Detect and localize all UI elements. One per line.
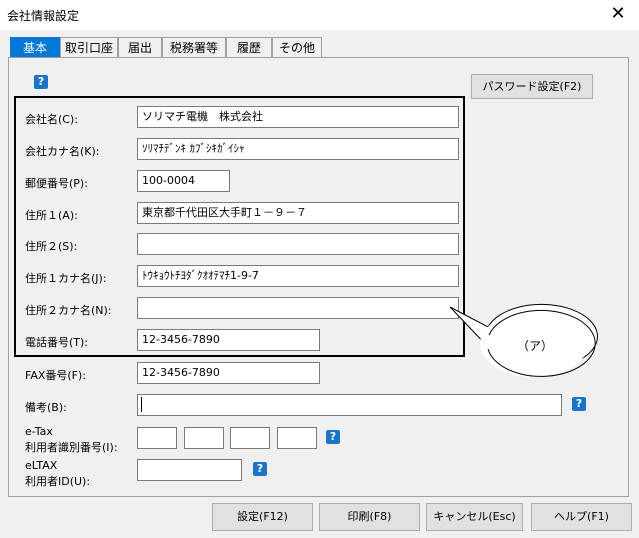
etax-id-input-4[interactable] — [277, 427, 317, 449]
eltax-label-line2: 利用者ID(U): — [25, 475, 91, 488]
etax-label-line1: e-Tax — [25, 425, 53, 438]
eltax-help-icon[interactable]: ? — [253, 462, 267, 476]
company-kana-input[interactable]: ｿﾘﾏﾁﾃﾞﾝｷ ｶﾌﾞｼｷｶﾞｲｼｬ — [137, 138, 459, 160]
etax-id-input-2[interactable] — [184, 427, 224, 449]
fax-label: FAX番号(F): — [25, 369, 86, 382]
memo-help-icon[interactable]: ? — [572, 397, 586, 411]
address1-kana-label: 住所１カナ名(J): — [25, 272, 107, 285]
etax-id-input-1[interactable] — [137, 427, 177, 449]
window-title: 会社情報設定 — [7, 9, 80, 23]
address2-kana-input[interactable] — [137, 297, 459, 319]
tab-history[interactable]: 履歴 — [226, 37, 272, 57]
company-name-label: 会社名(C): — [25, 113, 78, 126]
company-name-input[interactable]: ソリマチ電機 株式会社 — [137, 106, 459, 128]
eltax-label-line1: eLTAX — [25, 459, 58, 472]
eltax-id-input[interactable] — [137, 459, 242, 481]
tab-tax-office[interactable]: 税務署等 — [162, 37, 226, 57]
print-button[interactable]: 印刷(F8) — [319, 503, 420, 531]
password-settings-button[interactable]: パスワード設定(F2) — [471, 74, 593, 99]
address1-label: 住所１(A): — [25, 209, 78, 222]
address1-input[interactable]: 東京都千代田区大手町１－９－７ — [137, 202, 459, 224]
company-kana-label: 会社カナ名(K): — [25, 145, 100, 158]
help-button[interactable]: ヘルプ(F1) — [531, 503, 632, 531]
memo-input[interactable] — [137, 394, 562, 416]
postal-code-input[interactable]: 100-0004 — [137, 170, 230, 192]
address2-label: 住所２(S): — [25, 240, 78, 253]
cancel-button[interactable]: キャンセル(Esc) — [426, 503, 523, 531]
tab-basic[interactable]: 基本 — [10, 37, 60, 57]
tab-notifications[interactable]: 届出 — [118, 37, 162, 57]
text-cursor — [141, 397, 142, 412]
phone-label: 電話番号(T): — [25, 336, 89, 349]
address1-kana-input[interactable]: ﾄｳｷｮｳﾄﾁﾖﾀﾞｸｵｵﾃﾏﾁ1-9-7 — [137, 265, 459, 287]
callout-label: （ア） — [517, 339, 554, 353]
address2-input[interactable] — [137, 233, 459, 255]
etax-label-line2: 利用者識別番号(I): — [25, 441, 118, 454]
etax-id-input-3[interactable] — [230, 427, 270, 449]
close-button[interactable]: ✕ — [606, 3, 630, 25]
phone-input[interactable]: 12-3456-7890 — [137, 329, 320, 351]
address2-kana-label: 住所２カナ名(N): — [25, 304, 112, 317]
fax-input[interactable]: 12-3456-7890 — [137, 362, 320, 384]
settings-button[interactable]: 設定(F12) — [212, 503, 313, 531]
tab-bank-account[interactable]: 取引口座 — [60, 37, 118, 57]
title-bar: 会社情報設定 ✕ — [0, 0, 639, 30]
postal-code-label: 郵便番号(P): — [25, 177, 88, 190]
etax-help-icon[interactable]: ? — [326, 430, 340, 444]
tab-other[interactable]: その他 — [272, 37, 322, 57]
help-icon[interactable]: ? — [34, 75, 48, 89]
memo-label: 備考(B): — [25, 401, 67, 414]
